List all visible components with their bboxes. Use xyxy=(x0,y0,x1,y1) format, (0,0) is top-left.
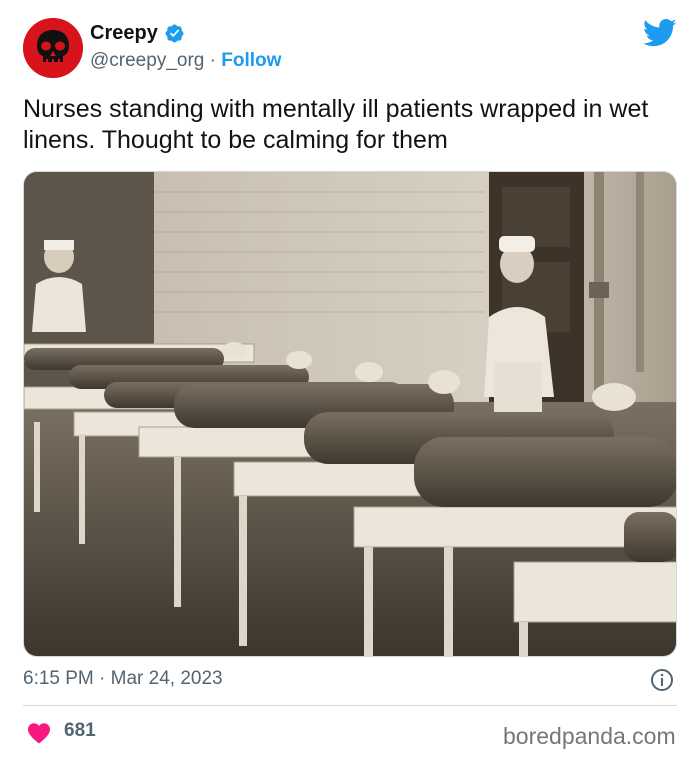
handle-separator: · xyxy=(209,50,216,71)
author-name-row[interactable]: Creepy xyxy=(90,22,185,45)
tweet-timestamp[interactable]: 6:15 PM · Mar 24, 2023 xyxy=(23,668,223,690)
author-display-name[interactable]: Creepy xyxy=(90,22,158,45)
follow-button[interactable]: Follow xyxy=(221,50,281,71)
heart-icon[interactable] xyxy=(27,722,51,744)
hospital-ward-photo xyxy=(24,172,676,656)
verified-badge-icon xyxy=(165,24,184,43)
tweet-time: 6:15 PM xyxy=(23,668,94,689)
tweet-card: Creepy @creepy_org · Follow Nurses stand… xyxy=(0,0,700,759)
info-icon[interactable] xyxy=(650,668,674,692)
twitter-bird-icon[interactable] xyxy=(643,18,677,48)
tweet-text: Nurses standing with mentally ill patien… xyxy=(23,95,649,154)
timestamp-separator: · xyxy=(99,668,106,689)
like-count[interactable]: 681 xyxy=(64,720,96,742)
skull-icon xyxy=(23,18,83,78)
watermark: boredpanda.com xyxy=(503,723,676,749)
author-handle-row: @creepy_org · Follow xyxy=(90,50,281,72)
tweet-date: Mar 24, 2023 xyxy=(110,668,223,689)
tweet-photo[interactable] xyxy=(23,171,677,657)
divider xyxy=(23,705,677,706)
author-handle[interactable]: @creepy_org xyxy=(90,50,204,71)
avatar[interactable] xyxy=(23,18,83,78)
